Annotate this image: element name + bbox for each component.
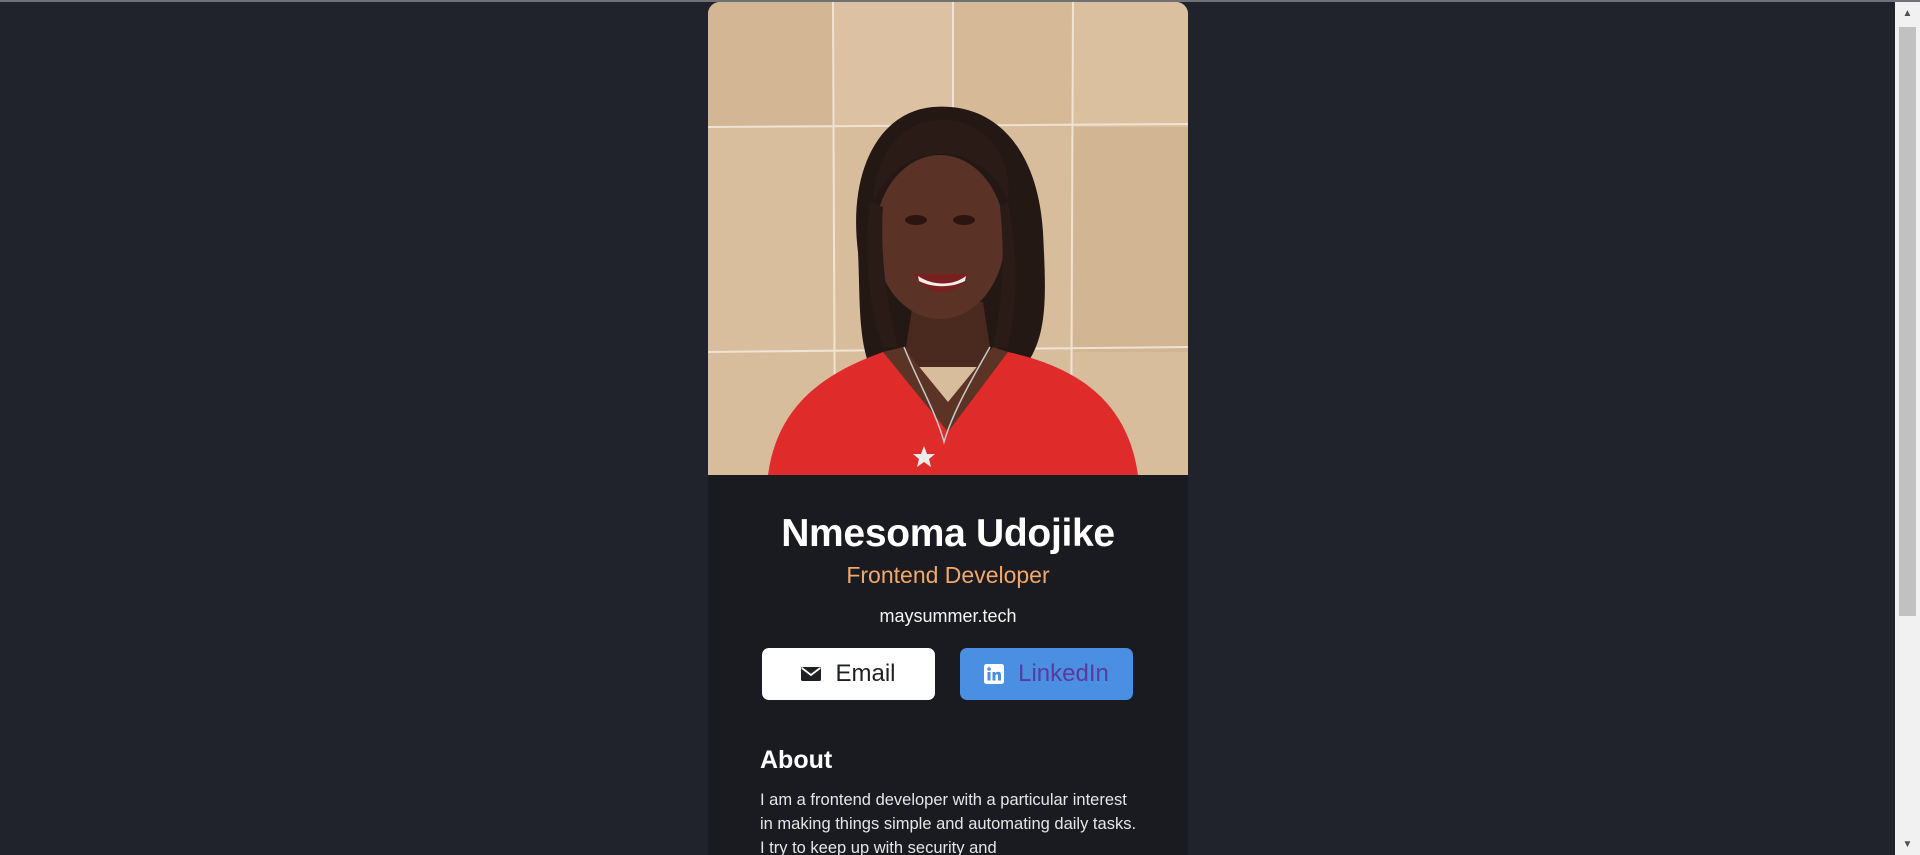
- profile-website[interactable]: maysummer.tech: [708, 606, 1188, 627]
- linkedin-icon: [984, 664, 1005, 684]
- about-heading: About: [760, 746, 833, 774]
- mail-icon: [801, 666, 822, 682]
- linkedin-button-label: LinkedIn: [1018, 660, 1109, 687]
- page-scrollbar[interactable]: ▲ ▼: [1895, 2, 1920, 855]
- scrollbar-thumb[interactable]: [1899, 27, 1916, 616]
- profile-card: Nmesoma Udojike Frontend Developer maysu…: [708, 2, 1188, 855]
- about-text: I am a frontend developer with a particu…: [760, 791, 1137, 855]
- profile-role: Frontend Developer: [846, 562, 1050, 588]
- email-button[interactable]: Email: [762, 648, 935, 700]
- profile-name: Nmesoma Udojike: [781, 512, 1115, 555]
- email-button-label: Email: [835, 660, 896, 687]
- linkedin-button[interactable]: LinkedIn: [960, 648, 1133, 700]
- profile-photo: [708, 2, 1188, 475]
- scroll-down-arrow-icon[interactable]: ▼: [1895, 835, 1920, 853]
- scroll-up-arrow-icon[interactable]: ▲: [1895, 4, 1920, 22]
